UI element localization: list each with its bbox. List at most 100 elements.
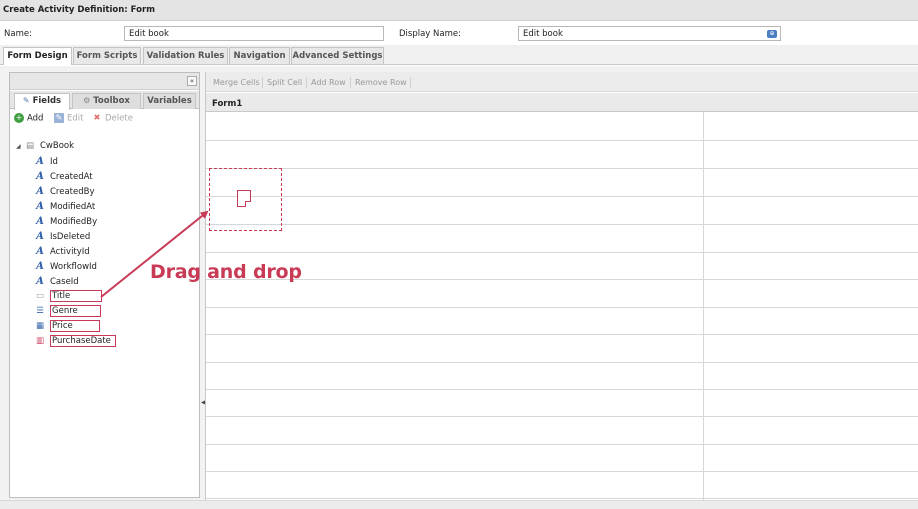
grid-row-line [206, 389, 918, 390]
text-field-icon: A [36, 171, 44, 182]
gear-icon: ⚙ [83, 96, 91, 105]
name-label: Name: [4, 29, 32, 39]
grid-row-line [206, 196, 918, 197]
fields-panel-header: « [10, 73, 199, 90]
tree-root[interactable]: ◢ ▤ CwBook [16, 141, 74, 155]
tree-field-label: ModifiedAt [50, 202, 96, 212]
window-title: Create Activity Definition: Form [0, 0, 918, 21]
display-name-value: Edit book [523, 29, 563, 39]
tree-field-label: CaseId [50, 277, 79, 287]
edit-label: Edit [67, 113, 84, 124]
tree-field-label: CreatedAt [50, 172, 93, 182]
grid-row-line [206, 307, 918, 308]
tab-toolbox[interactable]: ⚙ Toolbox [72, 93, 141, 109]
grid-row-line [206, 279, 918, 280]
textbox-icon: ▭ [35, 291, 45, 301]
tree-field-label: WorkflowId [50, 262, 97, 272]
globe-icon[interactable]: ⊕ [767, 30, 777, 38]
tab-fields[interactable]: ✎ Fields [14, 93, 70, 110]
tree-field[interactable]: A Id [34, 156, 58, 170]
fields-panel-tabs: ✎ Fields ⚙ Toolbox Variables [10, 91, 199, 110]
add-row-button[interactable]: Add Row [311, 78, 346, 87]
edit-button[interactable]: ✎ Edit [54, 113, 83, 125]
double-chevron-left-icon[interactable]: « [187, 76, 197, 86]
split-cell-button[interactable]: Split Cell [267, 78, 302, 87]
tab-validation-rules[interactable]: Validation Rules [143, 47, 228, 64]
tree-field[interactable]: A ModifiedBy [34, 216, 97, 230]
tree-field-label: Genre [50, 305, 101, 317]
grid-row-line [206, 444, 918, 445]
tab-variables[interactable]: Variables [143, 93, 196, 109]
tree-root-label: CwBook [40, 141, 75, 151]
text-field-icon: A [36, 156, 44, 167]
tab-navigation[interactable]: Navigation [229, 47, 290, 64]
tree-field[interactable]: A CaseId [34, 276, 79, 290]
toolbar-divider [410, 77, 411, 88]
add-icon: + [14, 113, 24, 123]
grid-column-divider [703, 112, 704, 509]
grid-row-line [206, 416, 918, 417]
calendar-icon: ▥ [35, 336, 45, 346]
tree-field-label: ActivityId [50, 247, 90, 257]
grid-row-line [206, 252, 918, 253]
form-designer: Merge Cells Split Cell Add Row Remove Ro… [205, 72, 918, 509]
grid-row-line [206, 471, 918, 472]
text-field-icon: A [36, 246, 44, 257]
text-field-icon: A [36, 231, 44, 242]
text-field-icon: A [36, 276, 44, 287]
display-name-label: Display Name: [399, 29, 461, 39]
tree-field-price[interactable]: ▦ Price [34, 320, 100, 335]
text-field-icon: A [36, 201, 44, 212]
tab-fields-label: Fields [32, 96, 62, 106]
edit-icon: ✎ [54, 113, 64, 123]
tree-field-label: CreatedBy [50, 187, 95, 197]
tree-field[interactable]: A ActivityId [34, 246, 90, 260]
tree-field-label: PurchaseDate [50, 335, 116, 347]
tab-form-scripts[interactable]: Form Scripts [73, 47, 141, 64]
display-name-input[interactable]: Edit book ⊕ [518, 26, 781, 41]
delete-button[interactable]: ✖ Delete [92, 113, 133, 125]
expand-triangle-icon[interactable]: ◢ [16, 143, 22, 150]
tree-field-label: Price [50, 320, 100, 332]
number-icon: ▦ [35, 321, 45, 331]
database-icon: ▤ [25, 141, 35, 151]
merge-cells-button[interactable]: Merge Cells [213, 78, 260, 87]
grid-row-line [206, 140, 918, 141]
toolbar-divider [350, 77, 351, 88]
designer-toolbar: Merge Cells Split Cell Add Row Remove Ro… [206, 72, 918, 92]
delete-icon: ✖ [93, 113, 101, 122]
add-label: Add [27, 113, 44, 124]
tab-advanced-settings[interactable]: Advanced Settings [291, 47, 384, 64]
tab-form-design[interactable]: Form Design [3, 47, 72, 65]
design-workarea: « ✎ Fields ⚙ Toolbox Variables + Add ✎ Edit … [0, 66, 918, 509]
grid-row-line [206, 334, 918, 335]
drag-and-drop-annotation: Drag and drop [150, 261, 302, 283]
tree-field-label: Id [50, 157, 58, 167]
tree-field-genre[interactable]: ☰ Genre [34, 305, 101, 320]
remove-row-button[interactable]: Remove Row [355, 78, 407, 87]
dropdown-icon: ☰ [36, 306, 44, 316]
tree-field[interactable]: A ModifiedAt [34, 201, 95, 215]
tree-field-title[interactable]: ▭ Title [34, 290, 103, 305]
drop-target-zone[interactable] [209, 168, 282, 231]
tree-field-label: ModifiedBy [50, 217, 98, 227]
bottom-bar [0, 500, 918, 509]
name-input[interactable]: Edit book [124, 26, 384, 41]
toolbar-divider [262, 77, 263, 88]
text-field-icon: A [36, 261, 44, 272]
grid-row-line [206, 224, 918, 225]
tree-field[interactable]: A IsDeleted [34, 231, 90, 245]
delete-label: Delete [105, 113, 133, 124]
main-tabs: Form Design Form Scripts Validation Rule… [0, 45, 918, 65]
pencil-icon: ✎ [22, 96, 30, 105]
text-field-icon: A [36, 186, 44, 197]
tree-field-purchasedate[interactable]: ▥ PurchaseDate [34, 335, 116, 350]
tree-field[interactable]: A CreatedBy [34, 186, 95, 200]
tree-field-label: Title [50, 290, 103, 302]
grid-row-line [206, 168, 918, 169]
tree-field[interactable]: A WorkflowId [34, 261, 97, 275]
form-header: Name: Edit book Display Name: Edit book … [0, 22, 918, 44]
text-field-icon: A [36, 216, 44, 227]
add-button[interactable]: + Add [14, 113, 43, 125]
tree-field[interactable]: A CreatedAt [34, 171, 93, 185]
